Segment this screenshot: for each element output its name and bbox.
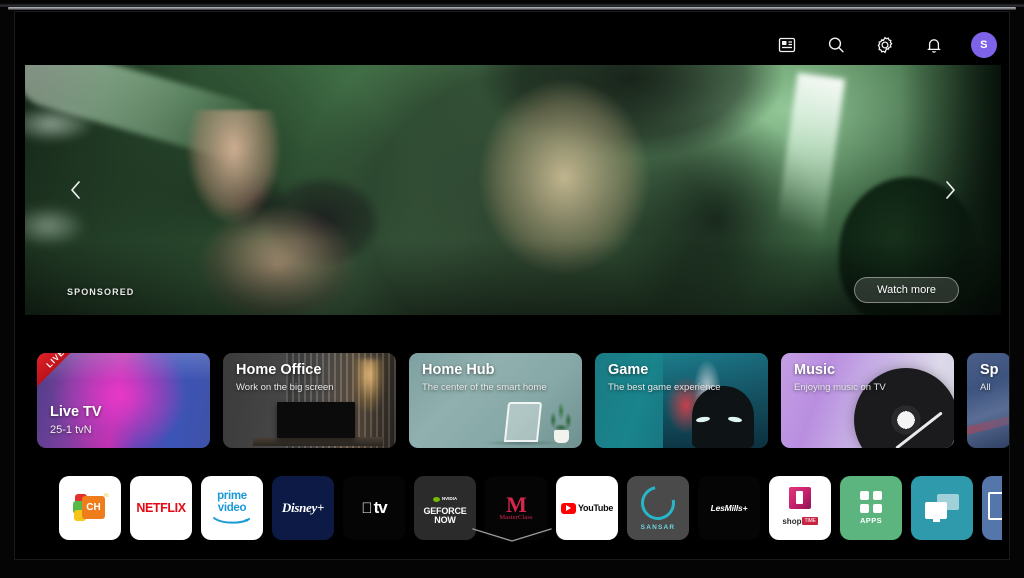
app-sansar[interactable]: SANSAR <box>627 476 689 540</box>
shopping-bag-icon <box>788 487 811 509</box>
search-icon[interactable] <box>824 33 848 57</box>
chair-shape <box>503 402 543 442</box>
app-label: tv <box>367 498 388 517</box>
app-lesmills-plus[interactable]: LesMills+ <box>698 476 760 540</box>
nvidia-eye-icon <box>432 496 440 502</box>
gear-icon[interactable] <box>873 33 897 57</box>
card-title: Live TV <box>50 404 102 420</box>
card-subtitle: The center of the smart home <box>422 382 547 393</box>
hero-gloved-hand <box>135 110 395 315</box>
card-title: Home Hub <box>422 362 495 378</box>
hero-banner[interactable]: SPONSORED Watch more <box>25 65 1001 315</box>
avatar[interactable]: S <box>971 32 997 58</box>
tv-bezel-top <box>8 7 1016 10</box>
grid-icon <box>860 491 882 513</box>
hero-glow-spot-2 <box>25 205 87 247</box>
card-sports[interactable]: Sp All <box>967 353 1009 448</box>
scroll-down-chevron-icon[interactable] <box>471 527 553 543</box>
desk-shape <box>253 437 383 446</box>
app-screen-share[interactable]: ▶ <box>911 476 973 540</box>
card-subtitle: All <box>980 382 991 393</box>
placeholder-icon <box>988 492 1002 520</box>
category-card-row: LIVE Live TV 25-1 tvN Home Office Work o… <box>37 353 1009 448</box>
card-subtitle: Work on the big screen <box>236 382 334 393</box>
masterclass-icon: M MasterClass <box>499 491 533 522</box>
plant-shape <box>548 402 574 432</box>
chevron-left-icon[interactable] <box>61 175 91 205</box>
card-title: Game <box>608 362 649 378</box>
app-geforce-now[interactable]: NVIDIA GEFORCE NOW <box>414 476 476 540</box>
card-music[interactable]: Music Enjoying music on TV <box>781 353 954 448</box>
top-bar: S <box>775 25 997 65</box>
app-label: LesMills+ <box>710 503 748 513</box>
app-lg-channels[interactable]: CH ≈ <box>59 476 121 540</box>
app-label-line2: video <box>217 502 247 514</box>
sansar-ring-icon <box>634 478 682 527</box>
app-apple-tv[interactable]:  tv <box>343 476 405 540</box>
chevron-right-icon[interactable] <box>935 175 965 205</box>
apple-tv-icon:  tv <box>361 498 388 518</box>
smile-arrow-icon <box>213 516 250 524</box>
card-subtitle: Enjoying music on TV <box>794 382 886 393</box>
play-badge-icon <box>560 502 576 514</box>
youtube-icon: YouTube <box>560 502 614 514</box>
app-label: shop <box>782 517 802 526</box>
screen-share-icon: ▶ <box>925 494 959 522</box>
app-label: Disney+ <box>281 500 325 515</box>
media-list-icon[interactable] <box>775 33 799 57</box>
prime-video-icon: prime video <box>212 491 252 524</box>
app-label: CH <box>86 502 101 513</box>
app-label: APPS <box>859 516 883 525</box>
app-netflix[interactable]: NETFLIX <box>130 476 192 540</box>
app-label: MasterClass <box>499 514 533 522</box>
watch-more-button[interactable]: Watch more <box>854 277 959 303</box>
tv-screen: S SPONSORED Watch more LIVE Live TV 25-1… <box>14 11 1010 560</box>
masterclass-mark: M <box>506 491 527 517</box>
brand-label: NVIDIA <box>441 496 458 502</box>
app-apps-store[interactable]: APPS <box>840 476 902 540</box>
card-home-office[interactable]: Home Office Work on the big screen <box>223 353 396 448</box>
card-live-tv[interactable]: LIVE Live TV 25-1 tvN <box>37 353 210 448</box>
apps-icon: APPS <box>860 491 882 525</box>
app-badge: TIME <box>802 517 818 525</box>
app-label: YouTube <box>577 503 614 513</box>
app-label-line2: NOW <box>434 515 456 526</box>
lg-channels-icon: CH ≈ <box>73 490 109 523</box>
card-home-hub[interactable]: Home Hub The center of the smart home <box>409 353 582 448</box>
card-game[interactable]: Game The best game experience <box>595 353 768 448</box>
bell-icon[interactable] <box>922 33 946 57</box>
app-label: NETFLIX <box>136 501 186 515</box>
geforce-now-icon: NVIDIA GEFORCE NOW <box>423 490 466 526</box>
tv-shape <box>277 402 355 438</box>
app-youtube[interactable]: YouTube <box>556 476 618 540</box>
tv-frame: S SPONSORED Watch more LIVE Live TV 25-1… <box>0 0 1024 578</box>
app-prime-video[interactable]: prime video <box>201 476 263 540</box>
plant-pot-shape <box>554 430 569 443</box>
card-subtitle: The best game experience <box>608 382 721 393</box>
app-shop-time[interactable]: shop TIME <box>769 476 831 540</box>
avatar-initial: S <box>980 39 988 51</box>
sponsored-label: SPONSORED <box>67 287 135 297</box>
card-title: Home Office <box>236 362 322 378</box>
sansar-icon: SANSAR <box>634 478 682 531</box>
signal-icon: ≈ <box>104 490 109 500</box>
hero-glow-spot-1 <box>25 105 95 143</box>
card-title: Music <box>794 362 836 378</box>
nvidia-brand: NVIDIA <box>432 496 458 502</box>
app-label: SANSAR <box>640 523 676 531</box>
card-title: Sp <box>980 362 999 378</box>
app-disney-plus[interactable]: Disney+ <box>272 476 334 540</box>
shop-time-icon: shop TIME <box>782 487 818 529</box>
lamp-glow <box>354 359 384 411</box>
app-more-partial[interactable] <box>982 476 1002 540</box>
apple-logo-icon:  <box>361 501 372 516</box>
card-subtitle: 25-1 tvN <box>50 424 92 436</box>
